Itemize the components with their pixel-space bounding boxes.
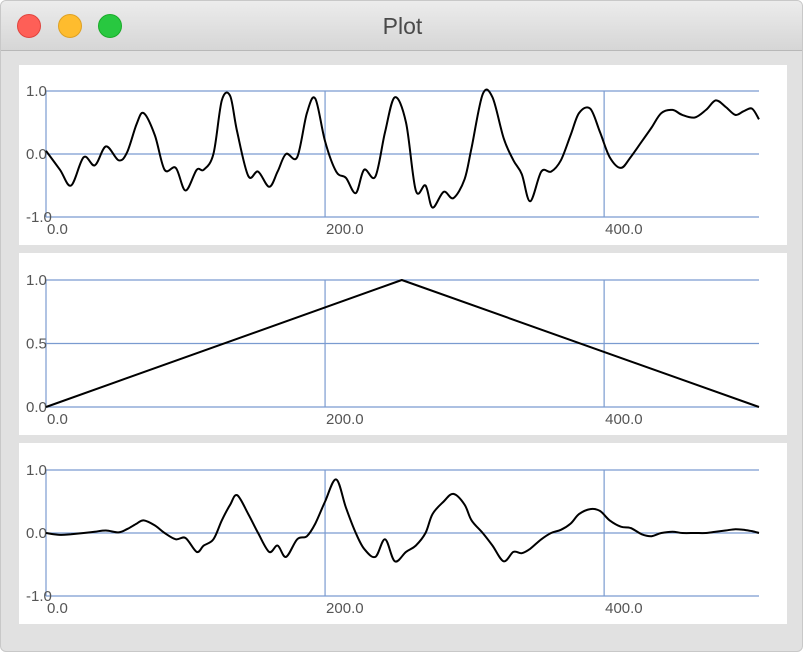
y-tick-label: 1.0 [26, 272, 47, 289]
plot-panel-2: 1.0 0.5 0.0 0.0 200.0 400.0 [19, 253, 787, 435]
y-tick-label: 1.0 [26, 462, 47, 479]
x-tick-label: 400.0 [605, 411, 643, 428]
y-tick-label: 0.0 [26, 146, 47, 163]
line-chart-3: 1.00.0-1.00.0 200.0 400.0 [26, 462, 760, 617]
x-tick-label: 200.0 [326, 411, 364, 428]
grid [45, 279, 759, 408]
x-tick-label: 200.0 [326, 221, 364, 238]
series-line [45, 88, 760, 209]
y-tick-label: 0.0 [26, 525, 47, 542]
x-tick-label: 400.0 [605, 600, 643, 617]
x-tick-label: 0.0 [47, 221, 68, 238]
y-tick-label: 1.0 [26, 83, 47, 100]
x-tick-label: 400.0 [605, 221, 643, 238]
plot-window: Plot 1.0 0.0 -1.0 0.0 200.0 400.0 1.0 0.5 0.0 0.… [0, 0, 803, 652]
x-tick-label: 0.0 [47, 411, 68, 428]
x-tick-label: 200.0 [326, 600, 364, 617]
line-chart-2: 1.0 0.5 0.00.0 200.0 400.0 [26, 272, 760, 428]
line-chart-1: 1.00.0-1.00.0 200.0 400.0 [26, 83, 760, 238]
grid [45, 469, 759, 597]
y-tick-label: 0.0 [26, 399, 47, 416]
plot-panel-1: 1.0 0.0 -1.0 0.0 200.0 400.0 [19, 65, 787, 245]
title-bar[interactable]: Plot [1, 1, 802, 51]
plot-panel-3: 1.0 0.0 -1.0 0.0 200.0 400.0 [19, 443, 787, 624]
x-tick-label: 0.0 [47, 600, 68, 617]
window-title: Plot [382, 13, 423, 39]
series-line [45, 478, 760, 563]
y-tick-label: 0.5 [26, 336, 47, 353]
